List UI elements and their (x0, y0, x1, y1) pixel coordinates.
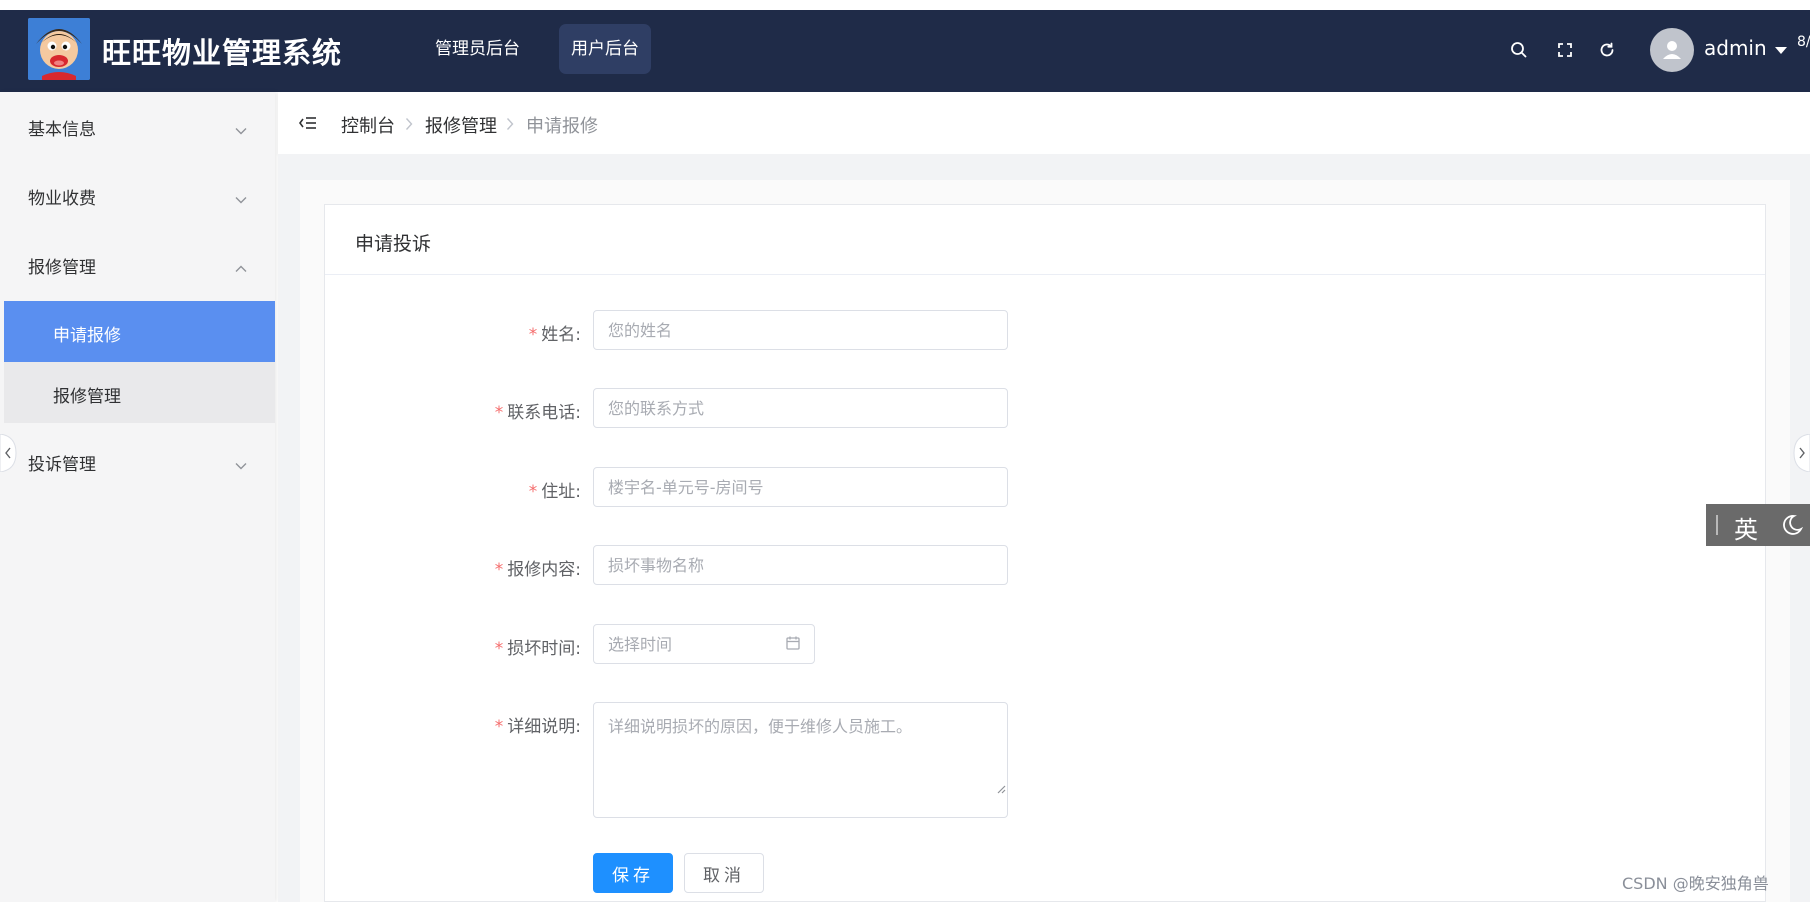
chevron-up-icon (235, 258, 247, 272)
required-mark: * (494, 639, 504, 659)
content-panel: 申请投诉 *姓名: *联系电话: *住址: *报修内容: *损坏时间: *详细说… (300, 180, 1790, 902)
top-strip (0, 0, 1810, 10)
sidebar-subitem-apply-repair[interactable]: 申请报修 (4, 301, 275, 362)
required-mark: * (528, 482, 538, 502)
sidebar-item-basic-info[interactable]: 基本信息 (0, 92, 275, 160)
ime-language-label[interactable]: 英 (1734, 510, 1758, 545)
chevron-right-icon (405, 116, 413, 130)
card-header: 申请投诉 (325, 205, 1765, 275)
app-logo (28, 18, 90, 80)
chevron-down-icon (235, 455, 247, 470)
tab-user-backend[interactable]: 用户后台 (559, 24, 651, 74)
breadcrumb-item-console[interactable]: 控制台 (341, 112, 395, 138)
sidebar-subitem-repair-management[interactable]: 报修管理 (4, 362, 275, 423)
cancel-button[interactable]: 取消 (684, 853, 764, 893)
chevron-right-icon (506, 116, 514, 130)
sidebar-item-repair-management[interactable]: 报修管理 (0, 230, 275, 298)
sidebar-item-label: 物业收费 (28, 189, 96, 209)
right-edge-arrow-icon[interactable] (1792, 433, 1810, 473)
top-header: 旺旺物业管理系统 管理员后台 用户后台 admin 8/ (0, 10, 1810, 92)
breadcrumb-item-current: 申请报修 (526, 116, 598, 137)
breadcrumb: 控制台 报修管理 申请报修 (278, 92, 1810, 154)
header-clipped-text: 8/ (1797, 34, 1810, 50)
sidebar-item-label: 报修管理 (28, 258, 96, 278)
damage-time-picker[interactable] (593, 624, 815, 664)
fullscreen-icon[interactable] (1555, 40, 1575, 60)
resize-handle-icon[interactable] (996, 779, 1006, 794)
form-card: 申请投诉 *姓名: *联系电话: *住址: *报修内容: *损坏时间: *详细说… (324, 204, 1766, 902)
caret-down-icon[interactable] (1775, 47, 1787, 54)
required-mark: * (494, 717, 504, 737)
tab-admin-backend[interactable]: 管理员后台 (423, 24, 532, 74)
required-mark: * (494, 560, 504, 580)
collapse-menu-icon[interactable] (298, 114, 318, 132)
required-mark: * (494, 403, 504, 423)
address-input[interactable] (593, 467, 1008, 507)
card-title: 申请投诉 (355, 233, 432, 255)
sidebar-item-label: 基本信息 (28, 120, 96, 140)
phone-input[interactable] (593, 388, 1008, 428)
repair-content-label: * 报修内容: (494, 560, 581, 580)
sidebar-subitem-label: 申请报修 (53, 326, 121, 346)
watermark: CSDN @晚安独角兽 (1622, 874, 1769, 893)
sidebar-item-complaint-management[interactable]: 投诉管理 (0, 427, 275, 495)
sidebar-subitem-label: 报修管理 (53, 387, 121, 407)
description-textarea[interactable] (593, 702, 1008, 818)
save-button[interactable]: 保存 (593, 853, 673, 893)
chevron-down-icon (235, 120, 247, 135)
description-label: * 详细说明: (494, 717, 581, 737)
ime-drag-handle[interactable] (1716, 515, 1718, 535)
search-icon[interactable] (1509, 40, 1529, 60)
username[interactable]: admin (1704, 36, 1767, 60)
phone-label: * 联系电话: (494, 403, 581, 423)
sidebar-item-label: 投诉管理 (28, 455, 96, 475)
required-mark: * (528, 325, 538, 345)
repair-content-input[interactable] (593, 545, 1008, 585)
ime-toolbar[interactable]: 英 (1706, 504, 1810, 546)
main-content: 申请投诉 *姓名: *联系电话: *住址: *报修内容: *损坏时间: *详细说… (278, 154, 1810, 902)
chevron-down-icon (235, 189, 247, 204)
refresh-icon[interactable] (1597, 40, 1617, 60)
left-edge-arrow-icon[interactable] (0, 433, 18, 473)
sidebar: 基本信息 物业收费 报修管理 申请报修 报修管理 投诉管理 (0, 92, 275, 902)
breadcrumb-item-repair-management[interactable]: 报修管理 (425, 112, 497, 138)
sidebar-item-property-fees[interactable]: 物业收费 (0, 161, 275, 229)
app-title: 旺旺物业管理系统 (102, 36, 343, 70)
avatar[interactable] (1650, 28, 1694, 72)
address-label: * 住址: (528, 482, 581, 502)
calendar-icon[interactable] (785, 635, 801, 651)
name-input[interactable] (593, 310, 1008, 350)
damage-time-label: * 损坏时间: (494, 639, 581, 659)
name-label: * 姓名: (528, 325, 581, 345)
moon-icon[interactable] (1780, 513, 1804, 537)
